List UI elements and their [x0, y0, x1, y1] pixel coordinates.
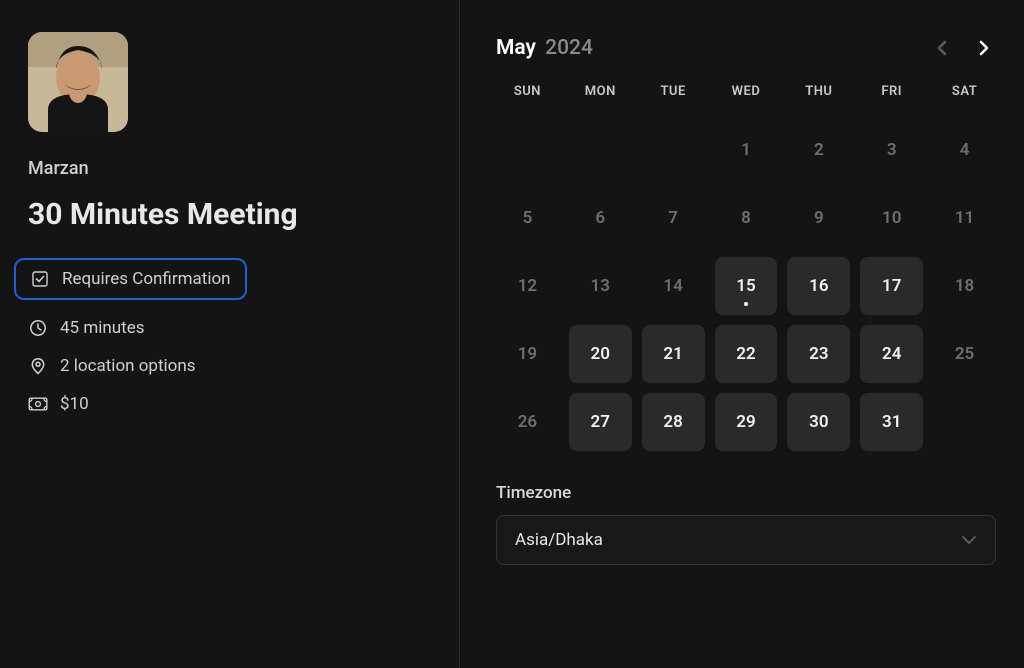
- location-row: 2 location options: [28, 356, 431, 376]
- calendar-day[interactable]: 17: [860, 257, 923, 315]
- calendar-day: 7: [642, 189, 705, 247]
- calendar-day[interactable]: 20: [569, 325, 632, 383]
- calendar-day: 3: [860, 121, 923, 179]
- calendar-month-year: May 2024: [496, 36, 593, 60]
- calendar-day[interactable]: 16: [787, 257, 850, 315]
- calendar-day[interactable]: 31: [860, 393, 923, 451]
- money-icon: [28, 394, 48, 414]
- calendar-day: 5: [496, 189, 559, 247]
- calendar-day: 11: [933, 189, 996, 247]
- host-avatar: [28, 32, 128, 132]
- duration-row: 45 minutes: [28, 318, 431, 338]
- price-label: $10: [60, 394, 89, 414]
- location-label: 2 location options: [60, 356, 196, 376]
- timezone-label: Timezone: [496, 483, 996, 503]
- meeting-title: 30 Minutes Meeting: [28, 197, 431, 232]
- chevron-down-icon: [961, 530, 977, 550]
- calendar-day[interactable]: 29: [715, 393, 778, 451]
- day-of-week-header: WED: [715, 84, 778, 111]
- day-of-week-header: SAT: [933, 84, 996, 111]
- prev-month-button[interactable]: [930, 36, 954, 60]
- duration-label: 45 minutes: [60, 318, 144, 338]
- day-of-week-header: MON: [569, 84, 632, 111]
- calendar-day[interactable]: 21: [642, 325, 705, 383]
- calendar-day: 10: [860, 189, 923, 247]
- host-name: Marzan: [28, 158, 431, 179]
- calendar-month: May: [496, 36, 536, 60]
- calendar-day: 25: [933, 325, 996, 383]
- requires-confirmation-badge: Requires Confirmation: [14, 258, 247, 300]
- calendar-day[interactable]: 22: [715, 325, 778, 383]
- calendar-day: 26: [496, 393, 559, 451]
- timezone-selected: Asia/Dhaka: [515, 530, 603, 550]
- day-of-week-header: THU: [787, 84, 850, 111]
- calendar-day: 2: [787, 121, 850, 179]
- day-of-week-header: FRI: [860, 84, 923, 111]
- calendar-day: 4: [933, 121, 996, 179]
- calendar-day: 19: [496, 325, 559, 383]
- calendar-day: 13: [569, 257, 632, 315]
- calendar-day[interactable]: 24: [860, 325, 923, 383]
- calendar-day: 6: [569, 189, 632, 247]
- calendar-day: 1: [715, 121, 778, 179]
- confirmation-check-icon: [30, 269, 50, 289]
- calendar-day: 12: [496, 257, 559, 315]
- calendar-day: 14: [642, 257, 705, 315]
- calendar-day[interactable]: 23: [787, 325, 850, 383]
- confirmation-label: Requires Confirmation: [62, 269, 231, 289]
- calendar-day[interactable]: 27: [569, 393, 632, 451]
- calendar-day[interactable]: 30: [787, 393, 850, 451]
- calendar-day: 18: [933, 257, 996, 315]
- location-pin-icon: [28, 356, 48, 376]
- calendar-grid: SUNMONTUEWEDTHUFRISAT1234567891011121314…: [496, 84, 996, 451]
- calendar-panel: May 2024 SUNMONTUEWEDTHUFRISAT1234567891…: [460, 0, 1024, 668]
- price-row: $10: [28, 394, 431, 414]
- calendar-header: May 2024: [496, 36, 996, 60]
- next-month-button[interactable]: [972, 36, 996, 60]
- calendar-day[interactable]: 28: [642, 393, 705, 451]
- calendar-day: 9: [787, 189, 850, 247]
- clock-icon: [28, 318, 48, 338]
- day-of-week-header: SUN: [496, 84, 559, 111]
- timezone-select[interactable]: Asia/Dhaka: [496, 515, 996, 565]
- calendar-day[interactable]: 15: [715, 257, 778, 315]
- calendar-day: 8: [715, 189, 778, 247]
- day-of-week-header: TUE: [642, 84, 705, 111]
- meeting-info-panel: Marzan 30 Minutes Meeting Requires Confi…: [0, 0, 460, 668]
